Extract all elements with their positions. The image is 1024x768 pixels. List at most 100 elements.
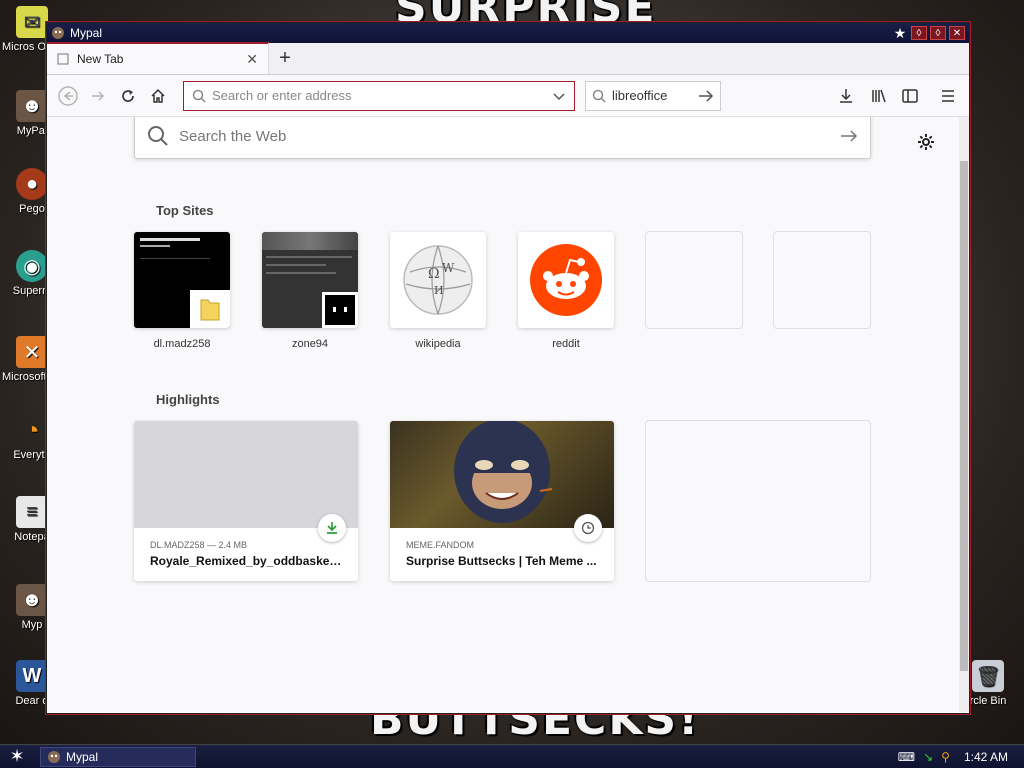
reddit-icon <box>530 244 602 316</box>
top-site-tile[interactable]: dl.madz258 <box>134 232 230 350</box>
vertical-scrollbar[interactable] <box>959 117 969 712</box>
nav-toolbar: Search or enter address libreoffice <box>47 75 969 117</box>
minimize-button[interactable]: ◊ <box>911 26 927 40</box>
spy-face-image <box>454 421 553 523</box>
library-icon <box>872 89 886 102</box>
clock[interactable]: 1:42 AM <box>964 750 1008 764</box>
folder-icon <box>190 290 230 328</box>
top-site-tile[interactable]: Ω W И wikipedia <box>390 232 486 350</box>
chevron-down-icon <box>553 92 565 100</box>
home-icon <box>151 88 165 103</box>
top-site-thumbnail <box>134 232 230 328</box>
wikipedia-globe-icon: Ω W И <box>403 245 473 315</box>
gear-icon[interactable] <box>917 133 935 156</box>
highlight-source: DL.MADZ258 — 2.4 MB <box>150 540 248 550</box>
svg-text:W: W <box>442 261 455 275</box>
mypal-icon: ☻ <box>16 90 48 122</box>
tab-label: New Tab <box>77 52 124 66</box>
download-icon <box>318 514 346 542</box>
close-button[interactable]: ✕ <box>949 26 965 40</box>
search-icon <box>192 89 206 103</box>
web-search-placeholder: Search the Web <box>179 127 287 145</box>
highlight-title: Surprise Buttsecks | Teh Meme ... <box>406 554 597 568</box>
forward-arrow-icon <box>92 90 105 101</box>
top-site-tile[interactable]: reddit <box>518 232 614 350</box>
go-arrow-icon <box>699 89 714 102</box>
highlight-title: Royale_Remixed_by_oddbasket.rar <box>150 554 342 568</box>
clock-icon <box>574 514 602 542</box>
url-placeholder: Search or enter address <box>212 88 352 103</box>
download-icon <box>840 88 852 103</box>
back-button[interactable] <box>53 81 83 111</box>
maximize-button[interactable]: ◊ <box>930 26 946 40</box>
network-icon[interactable]: ↘ <box>923 750 933 764</box>
top-site-tile-empty[interactable] <box>774 232 870 338</box>
search-icon[interactable]: ⚲ <box>941 750 950 764</box>
top-site-placeholder <box>646 232 742 328</box>
top-site-label: wikipedia <box>415 338 461 350</box>
taskbar-item-label: Mypal <box>66 749 99 764</box>
star-icon[interactable]: ★ <box>892 25 908 41</box>
site-favicon-icon <box>322 292 358 328</box>
highlight-card[interactable]: MEME.FANDOM Surprise Buttsecks | Teh Mem… <box>390 421 614 581</box>
mypal-icon: ☻ <box>16 584 48 616</box>
search-icon <box>148 126 168 146</box>
pego-icon: ● <box>16 168 48 200</box>
keyboard-icon[interactable]: ⌨ <box>898 750 915 764</box>
svg-text:И: И <box>434 284 444 297</box>
forward-button[interactable] <box>83 81 113 111</box>
top-site-label: zone94 <box>291 338 329 350</box>
notepad-icon: ≡ <box>16 496 48 528</box>
sidebar-icon <box>902 88 918 103</box>
tab-bar: New Tab ✕ + <box>47 42 969 75</box>
home-button[interactable] <box>143 81 173 111</box>
taskbar-item-mypal[interactable]: Mypal <box>40 746 196 767</box>
everything-search-icon: ◔ <box>24 414 40 445</box>
sidebar-button[interactable] <box>895 81 925 111</box>
search-bar[interactable]: libreoffice <box>585 80 721 111</box>
new-tab-button[interactable]: + <box>269 42 301 74</box>
web-search-box[interactable]: Search the Web <box>134 117 871 159</box>
search-value: libreoffice <box>612 88 668 103</box>
scrollbar-thumb[interactable] <box>960 161 968 671</box>
top-site-label: dl.madz258 <box>153 338 211 350</box>
top-site-tile[interactable]: zone94 <box>262 232 358 350</box>
hamburger-menu-icon <box>942 89 954 102</box>
outlook-icon: ✉ <box>16 6 48 38</box>
svg-text:Ω: Ω <box>428 266 440 282</box>
system-tray: ⌨ ↘ ⚲ 1:42 AM <box>898 750 1024 764</box>
top-site-tile-empty[interactable] <box>646 232 742 338</box>
start-button[interactable]: ✶ <box>0 745 34 768</box>
top-site-thumbnail <box>518 232 614 328</box>
highlight-placeholder <box>646 421 870 581</box>
recycle-bin-icon: 🗑 <box>972 660 1004 692</box>
go-arrow-icon <box>841 130 858 142</box>
highlights-title: Highlights <box>156 392 220 407</box>
tab-new-tab[interactable]: New Tab ✕ <box>47 42 269 74</box>
highlight-thumbnail <box>134 421 358 542</box>
tab-close-icon[interactable]: ✕ <box>246 51 258 68</box>
window-titlebar[interactable]: Mypal ★ ◊ ◊ ✕ <box>47 23 969 43</box>
top-site-thumbnail: Ω W И <box>390 232 486 328</box>
reload-button[interactable] <box>113 81 143 111</box>
superm-icon: ◉ <box>16 250 48 282</box>
top-site-placeholder <box>774 232 870 328</box>
menu-button[interactable] <box>933 81 963 111</box>
reload-icon <box>122 89 134 102</box>
browser-window: Mypal ★ ◊ ◊ ✕ New Tab ✕ + Search or ente… <box>46 22 970 714</box>
mypal-icon <box>47 750 61 764</box>
word-document-icon: W <box>16 660 48 692</box>
url-bar[interactable]: Search or enter address <box>183 80 575 111</box>
top-site-thumbnail <box>262 232 358 328</box>
top-sites-title: Top Sites <box>156 203 214 218</box>
highlight-source: MEME.FANDOM <box>406 540 475 550</box>
top-site-label: reddit <box>552 338 580 350</box>
window-title: Mypal <box>70 26 103 40</box>
highlight-thumbnail <box>390 421 614 542</box>
page-icon <box>57 53 69 65</box>
downloads-button[interactable] <box>831 81 861 111</box>
visual-studio-icon: ✕ <box>16 336 48 368</box>
search-icon <box>592 89 606 103</box>
highlight-card[interactable]: DL.MADZ258 — 2.4 MB Royale_Remixed_by_od… <box>134 421 358 581</box>
library-button[interactable] <box>865 81 895 111</box>
